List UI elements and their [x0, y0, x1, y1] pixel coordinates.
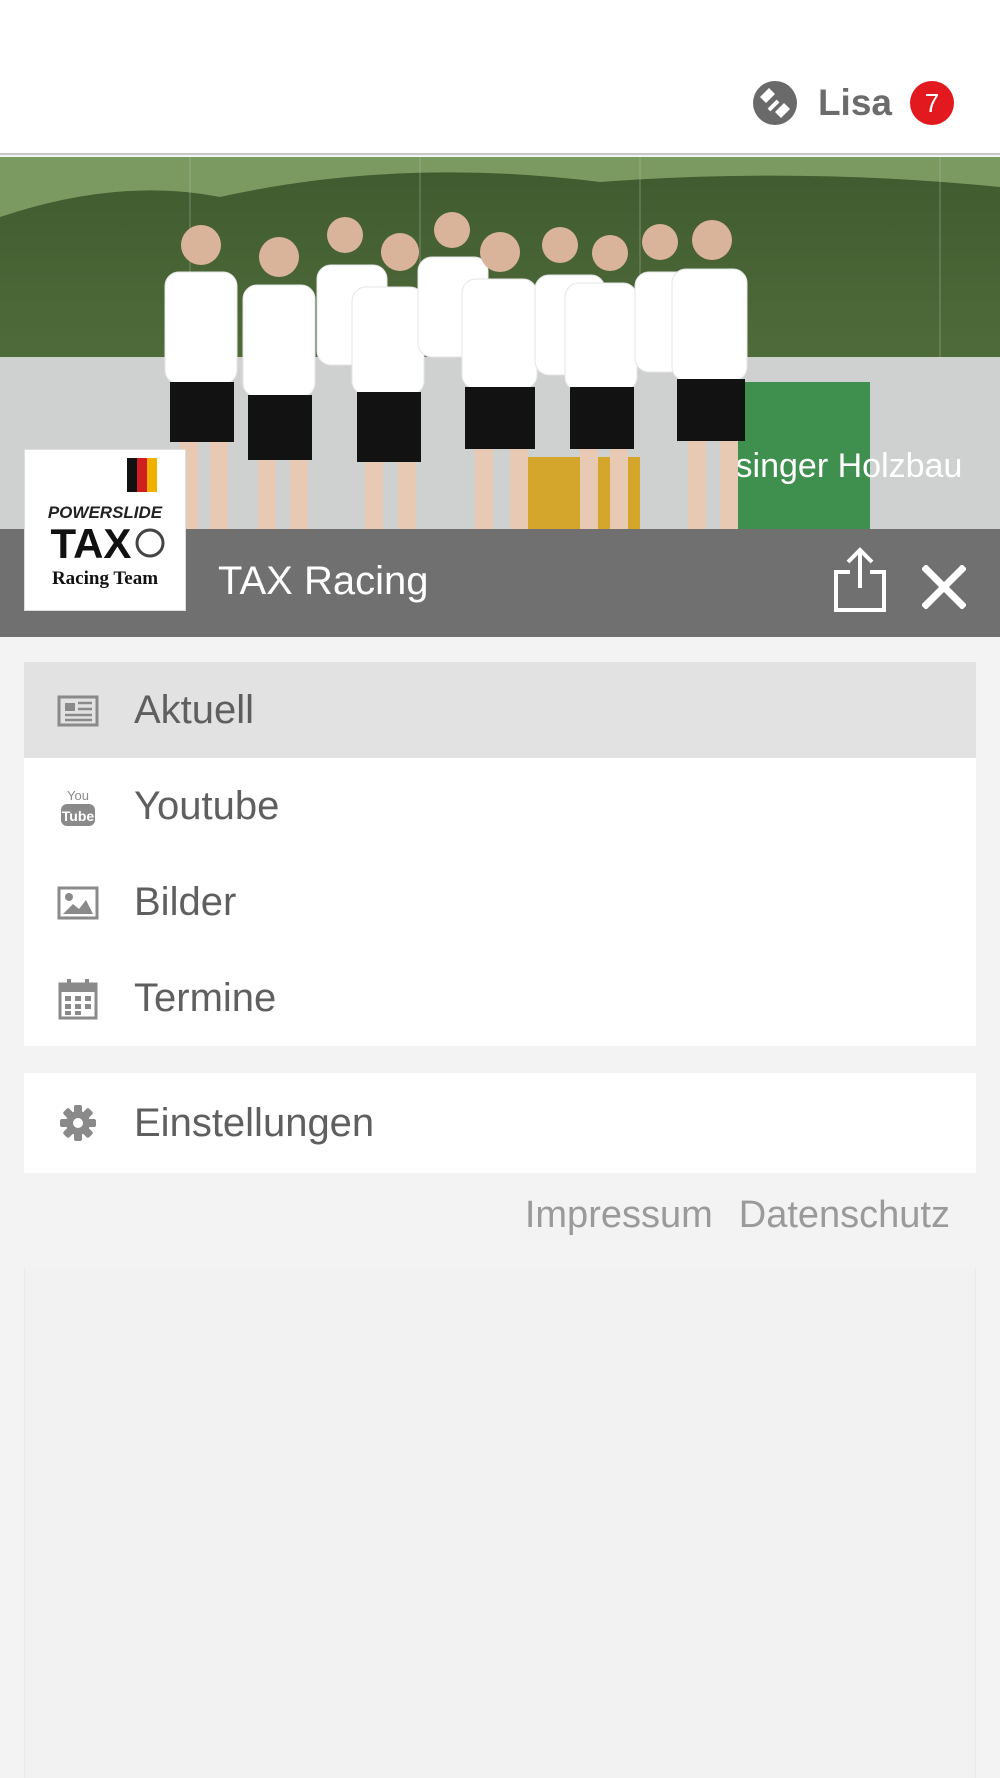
navigation-menu: Aktuell You Tube Youtube Bilder Termine: [24, 662, 976, 1046]
menu-item-bilder[interactable]: Bilder: [24, 854, 976, 950]
image-icon: [57, 886, 99, 920]
banner-text: isinger Holzbau: [728, 447, 962, 485]
top-bar: Lisa 7: [0, 0, 1000, 155]
notification-badge[interactable]: 7: [910, 81, 954, 125]
share-icon[interactable]: [832, 546, 888, 614]
logo-text-racing-team: Racing Team: [52, 568, 158, 589]
svg-text:Tube: Tube: [62, 808, 95, 824]
menu-item-termine[interactable]: Termine: [24, 950, 976, 1046]
svg-text:You: You: [67, 788, 89, 803]
app-logo-icon: [752, 81, 797, 125]
club-name: TAX Racing: [218, 559, 429, 603]
datenschutz-link[interactable]: Datenschutz: [739, 1194, 950, 1237]
menu-item-youtube[interactable]: You Tube Youtube: [24, 758, 976, 854]
user-name: Lisa: [817, 82, 892, 123]
logo-text-tax: TAX: [51, 520, 132, 567]
youtube-icon: You Tube: [61, 788, 95, 826]
menu-label-youtube: Youtube: [134, 783, 280, 828]
close-icon[interactable]: [922, 565, 966, 609]
empty-content-area: [24, 1268, 976, 1778]
menu-label-bilder: Bilder: [134, 879, 237, 924]
menu-item-settings[interactable]: Einstellungen: [24, 1073, 976, 1173]
club-logo: POWERSLIDE TAX Racing Team: [24, 449, 186, 611]
menu-item-aktuell[interactable]: Aktuell: [24, 662, 976, 758]
gear-icon: [60, 1105, 96, 1141]
calendar-icon: [58, 979, 98, 1020]
footer-links: Impressum Datenschutz: [525, 1194, 950, 1237]
impressum-link[interactable]: Impressum: [525, 1194, 713, 1237]
user-account[interactable]: Lisa 7: [752, 78, 954, 128]
menu-label-termine: Termine: [134, 975, 277, 1020]
menu-label-aktuell: Aktuell: [134, 687, 255, 732]
newspaper-icon: [57, 695, 99, 727]
menu-label-settings: Einstellungen: [134, 1100, 375, 1145]
